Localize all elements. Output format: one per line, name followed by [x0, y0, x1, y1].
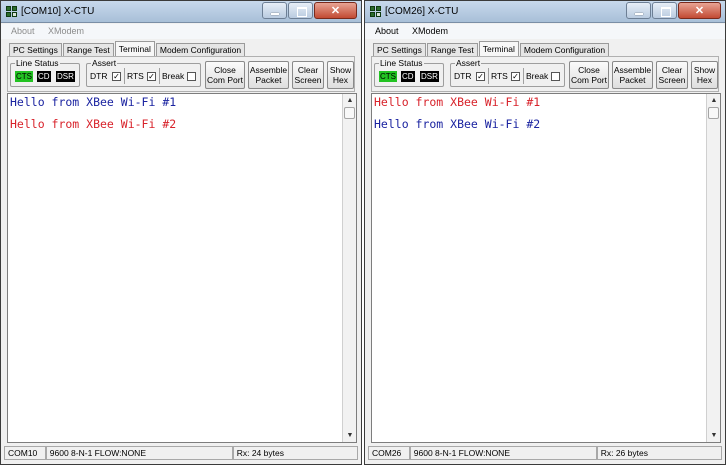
terminal-line: Hello from XBee Wi-Fi #1: [10, 95, 177, 109]
status-port: COM10: [4, 446, 46, 460]
assert-group: Assert DTR ✓ RTS ✓ Break: [450, 58, 565, 87]
divider: [159, 68, 160, 84]
maximize-button[interactable]: [652, 2, 677, 19]
menu-xmodem[interactable]: XModem: [412, 26, 448, 36]
menu-about[interactable]: About: [11, 26, 35, 36]
cts-indicator: CTS: [379, 71, 397, 82]
clear-screen-button[interactable]: Clear Screen: [656, 61, 688, 89]
dsr-indicator: DSR: [420, 71, 439, 82]
tab-pc-settings[interactable]: PC Settings: [373, 43, 426, 57]
tab-modem-configuration[interactable]: Modem Configuration: [155, 43, 246, 57]
show-hex-button[interactable]: Show Hex: [691, 61, 718, 89]
menu-bar: About XModem: [1, 24, 361, 39]
xctu-app-icon: [370, 6, 381, 17]
maximize-button[interactable]: [288, 2, 313, 19]
rts-label: RTS: [491, 71, 508, 81]
line-status-title: Line Status: [379, 58, 424, 68]
status-bar: COM26 9600 8-N-1 FLOW:NONE Rx: 26 bytes: [368, 446, 722, 460]
line-status-group: Line Status CTS CD DSR: [10, 58, 80, 87]
close-com-port-button[interactable]: Close Com Port: [205, 61, 245, 89]
title-bar[interactable]: [COM26] X-CTU ✕: [365, 1, 725, 23]
scroll-thumb[interactable]: [708, 107, 719, 119]
break-checkbox[interactable]: [187, 72, 196, 81]
minimize-button[interactable]: [262, 2, 287, 19]
cd-indicator: CD: [401, 71, 415, 82]
dtr-checkbox[interactable]: ✓: [476, 72, 485, 81]
tab-range-test[interactable]: Range Test: [62, 43, 114, 57]
status-settings: 9600 8-N-1 FLOW:NONE: [409, 446, 597, 460]
line-status-group: Line Status CTS CD DSR: [374, 58, 444, 87]
status-bar: COM10 9600 8-N-1 FLOW:NONE Rx: 24 bytes: [4, 446, 358, 460]
xctu-window-com26: [COM26] X-CTU ✕ About XModem PC Settings…: [364, 0, 726, 465]
assemble-packet-button[interactable]: Assemble Packet: [612, 61, 653, 89]
scroll-up-icon[interactable]: ▲: [345, 96, 355, 105]
tab-terminal[interactable]: Terminal: [114, 41, 155, 57]
window-title: [COM26] X-CTU: [385, 6, 459, 17]
minimize-button[interactable]: [626, 2, 651, 19]
menu-about[interactable]: About: [375, 26, 399, 36]
scroll-thumb[interactable]: [344, 107, 355, 119]
dtr-checkbox[interactable]: ✓: [112, 72, 121, 81]
show-hex-button[interactable]: Show Hex: [327, 61, 354, 89]
tab-strip: PC Settings Range Test Terminal Modem Co…: [373, 41, 610, 57]
rts-label: RTS: [127, 71, 144, 81]
scroll-down-icon[interactable]: ▼: [345, 431, 355, 440]
assert-title: Assert: [455, 58, 482, 68]
vertical-scrollbar[interactable]: ▲ ▼: [342, 94, 356, 442]
divider: [523, 68, 524, 84]
status-settings: 9600 8-N-1 FLOW:NONE: [45, 446, 233, 460]
close-com-port-button[interactable]: Close Com Port: [569, 61, 609, 89]
dtr-label: DTR: [90, 71, 108, 81]
close-window-button[interactable]: ✕: [678, 2, 721, 19]
terminal-output[interactable]: Hello from XBee Wi-Fi #1 Hello from XBee…: [371, 93, 721, 443]
divider: [488, 68, 489, 84]
tab-pc-settings[interactable]: PC Settings: [9, 43, 62, 57]
window-title: [COM10] X-CTU: [21, 6, 95, 17]
rts-checkbox[interactable]: ✓: [147, 72, 156, 81]
close-window-button[interactable]: ✕: [314, 2, 357, 19]
tab-modem-configuration[interactable]: Modem Configuration: [519, 43, 610, 57]
title-bar[interactable]: [COM10] X-CTU ✕: [1, 1, 361, 23]
assert-title: Assert: [91, 58, 118, 68]
rts-checkbox[interactable]: ✓: [511, 72, 520, 81]
scroll-down-icon[interactable]: ▼: [709, 431, 719, 440]
assemble-packet-button[interactable]: Assemble Packet: [248, 61, 289, 89]
terminal-output[interactable]: Hello from XBee Wi-Fi #1 Hello from XBee…: [7, 93, 357, 443]
break-label: Break: [526, 71, 549, 81]
cd-indicator: CD: [37, 71, 51, 82]
menu-bar: About XModem: [365, 24, 725, 39]
status-rx-count: Rx: 26 bytes: [596, 446, 722, 460]
vertical-scrollbar[interactable]: ▲ ▼: [706, 94, 720, 442]
status-rx-count: Rx: 24 bytes: [232, 446, 358, 460]
terminal-line: Hello from XBee Wi-Fi #2: [10, 117, 177, 131]
break-label: Break: [162, 71, 185, 81]
terminal-line: Hello from XBee Wi-Fi #1: [374, 95, 541, 109]
xctu-app-icon: [6, 6, 17, 17]
tab-terminal[interactable]: Terminal: [478, 41, 519, 57]
menu-xmodem[interactable]: XModem: [48, 26, 84, 36]
divider: [124, 68, 125, 84]
dsr-indicator: DSR: [56, 71, 75, 82]
assert-group: Assert DTR ✓ RTS ✓ Break: [86, 58, 201, 87]
xctu-window-com10: [COM10] X-CTU ✕ About XModem PC Settings…: [0, 0, 362, 465]
tab-range-test[interactable]: Range Test: [426, 43, 478, 57]
scroll-up-icon[interactable]: ▲: [709, 96, 719, 105]
terminal-line: Hello from XBee Wi-Fi #2: [374, 117, 541, 131]
cts-indicator: CTS: [15, 71, 33, 82]
break-checkbox[interactable]: [551, 72, 560, 81]
line-status-title: Line Status: [15, 58, 60, 68]
tab-strip: PC Settings Range Test Terminal Modem Co…: [9, 41, 246, 57]
dtr-label: DTR: [454, 71, 472, 81]
clear-screen-button[interactable]: Clear Screen: [292, 61, 324, 89]
status-port: COM26: [368, 446, 410, 460]
